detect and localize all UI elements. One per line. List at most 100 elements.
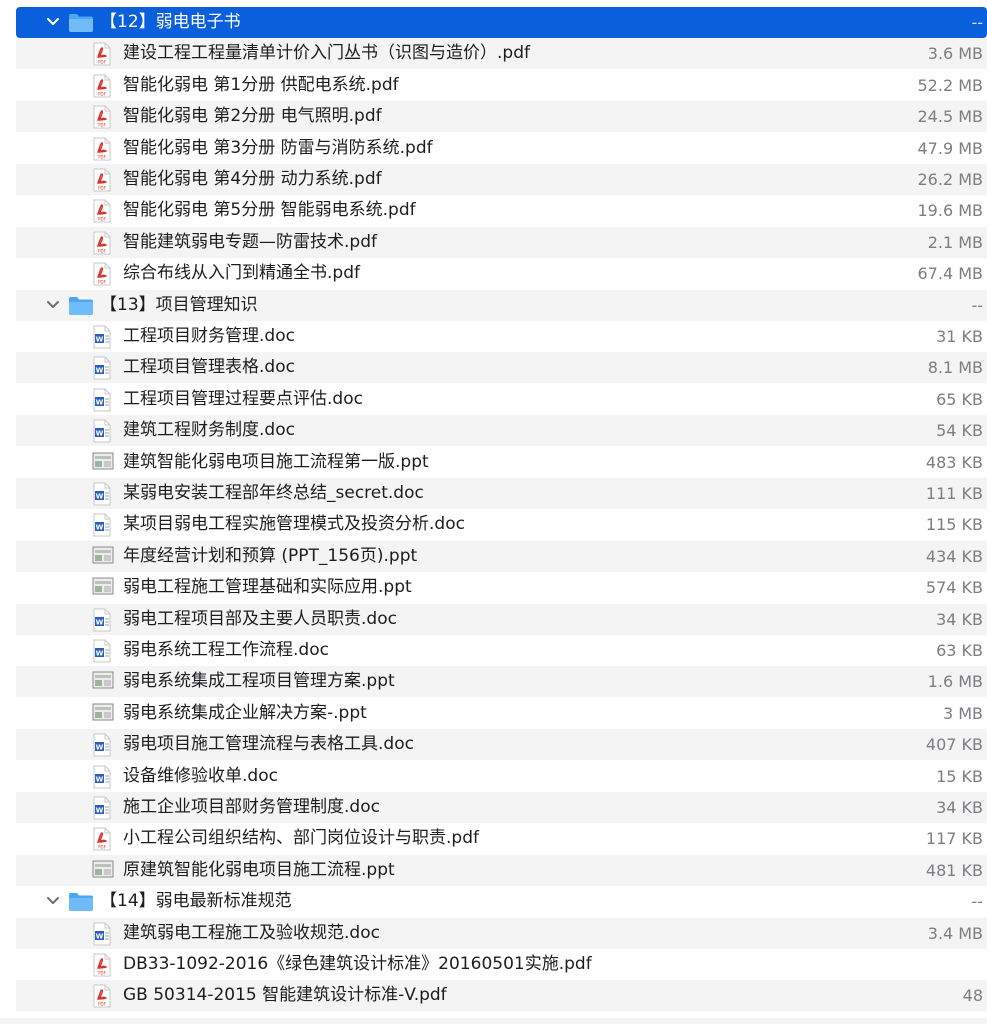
file-row[interactable]: PDF 智能建筑弱电专题—防雷技术.pdf 2.1 MB [16,226,987,258]
file-row[interactable]: 弱电工程施工管理基础和实际应用.ppt 574 KB [16,572,987,603]
file-row[interactable]: W 弱电工程项目部及主要人员职责.doc 34 KB [16,603,987,635]
file-name: 智能化弱电 第4分册 动力系统.pdf [123,169,382,189]
file-row[interactable]: 原建筑智能化弱电项目施工流程.ppt 481 KB [16,854,987,886]
file-row[interactable]: W 设备维修验收单.doc 15 KB [16,761,987,792]
file-name: 建设工程工程量清单计价入门丛书（识图与造价）.pdf [123,43,530,64]
folder-size: -- [971,13,983,32]
file-row[interactable]: 年度经营计划和预算 (PPT_156页).ppt 434 KB [16,540,987,572]
file-row[interactable]: W 弱电项目施工管理流程与表格工具.doc 407 KB [16,729,987,761]
file-name: 建筑工程财务制度.doc [123,420,295,441]
file-size: 481 KB [925,860,983,880]
file-row[interactable]: PDF 建设工程工程量清单计价入门丛书（识图与造价）.pdf 3.6 MB [16,38,987,70]
file-name: 智能化弱电 第2分册 电气照明.pdf [123,106,382,127]
svg-text:W: W [96,398,104,406]
file-size: 3.4 MB [927,923,983,943]
file-row[interactable]: PDF DB33-1092-2016《绿色建筑设计标准》20160501实施.pd… [16,949,987,980]
file-size: 8.1 MB [927,358,983,378]
svg-text:W: W [96,524,104,532]
file-row[interactable]: W 某项目弱电工程实施管理模式及投资分析.doc 115 KB [16,509,987,540]
file-name: 工程项目财务管理.doc [123,326,295,346]
folder-icon [68,296,94,316]
pdf-file-icon: PDF [92,74,114,98]
pdf-file-icon: PDF [92,199,114,223]
folder-name: 【12】弱电电子书 [100,12,241,32]
file-row[interactable]: PDF 小工程公司组织结构、部门岗位设计与职责.pdf 117 KB [16,823,987,854]
doc-file-icon: W [92,608,114,632]
folder-icon [68,13,94,33]
folder-size: -- [971,892,983,912]
file-row[interactable]: 弱电系统集成工程项目管理方案.ppt 1.6 MB [16,666,987,698]
doc-file-icon: W [92,796,114,820]
file-row[interactable]: W 弱电系统工程工作流程.doc 63 KB [16,635,987,666]
file-row[interactable]: 弱电系统集成企业解决方案-.ppt 3 MB [16,698,987,729]
folder-row[interactable]: 【13】项目管理知识 -- [16,289,987,321]
svg-text:PDF: PDF [98,91,106,96]
file-size: 47.9 MB [917,138,984,158]
file-row[interactable]: W 工程项目管理表格.doc 8.1 MB [16,352,987,384]
file-name: 智能建筑弱电专题—防雷技术.pdf [123,231,377,252]
file-row[interactable]: 建筑智能化弱电项目施工流程第一版.ppt 483 KB [16,447,987,478]
file-row[interactable]: PDF 智能化弱电 第5分册 智能弱电系统.pdf 19.6 MB [16,195,987,226]
file-row[interactable]: W 工程项目管理过程要点评估.doc 65 KB [16,384,987,415]
file-row[interactable]: PDF GB 50314-2015 智能建筑设计标准-V.pdf 48 [16,980,987,1012]
file-size: 54 KB [936,421,983,441]
file-name: 建筑智能化弱电项目施工流程第一版.ppt [123,451,429,472]
disclosure-chevron-icon[interactable] [46,894,60,908]
ppt-file-icon [92,576,114,600]
file-size: 115 KB [925,515,983,535]
file-row[interactable]: PDF 智能化弱电 第1分册 供配电系统.pdf 52.2 MB [16,70,987,101]
file-row[interactable]: W 建筑弱电工程施工及验收规范.doc 3.4 MB [16,917,987,949]
svg-text:W: W [96,744,104,752]
svg-text:PDF: PDF [98,217,106,222]
ppt-file-icon [92,545,114,569]
file-size: 15 KB [936,766,983,786]
file-name: 弱电系统工程工作流程.doc [123,640,329,660]
file-row[interactable]: W 某弱电安装工程部年终总结_secret.doc 111 KB [16,478,987,509]
file-name: 小工程公司组织结构、部门岗位设计与职责.pdf [123,828,479,849]
svg-text:PDF: PDF [98,1002,106,1007]
doc-file-icon: W [92,639,114,663]
svg-text:PDF: PDF [98,186,106,191]
file-list: 【12】弱电电子书 -- PDF 建设工程工程量清单计价入门丛书（识图与造价）.pdf… [0,0,987,1024]
pdf-file-icon: PDF [92,231,114,255]
file-name: 综合布线从入门到精通全书.pdf [123,263,360,284]
file-name: 智能化弱电 第1分册 供配电系统.pdf [123,74,399,95]
svg-text:W: W [96,493,104,501]
svg-text:W: W [96,336,104,344]
doc-file-icon: W [92,388,114,412]
file-name: 年度经营计划和预算 (PPT_156页).ppt [123,545,418,566]
file-row[interactable]: W 施工企业项目部财务管理制度.doc 34 KB [16,792,987,823]
file-name: 某项目弱电工程实施管理模式及投资分析.doc [123,514,465,535]
disclosure-chevron-icon[interactable] [46,15,60,29]
doc-file-icon: W [92,419,114,443]
file-name: 智能化弱电 第5分册 智能弱电系统.pdf [123,200,416,221]
pdf-file-icon: PDF [92,953,114,977]
file-size: 19.6 MB [917,201,984,221]
list-bottom-edge [0,1018,987,1024]
file-row[interactable]: W 建筑工程财务制度.doc 54 KB [16,415,987,447]
file-row[interactable]: PDF 智能化弱电 第2分册 电气照明.pdf 24.5 MB [16,101,987,133]
pdf-file-icon: PDF [92,42,114,66]
doc-file-icon: W [92,482,114,506]
svg-text:PDF: PDF [98,248,106,253]
file-size: 407 KB [925,735,983,755]
folder-row[interactable]: 【12】弱电电子书 -- [16,7,987,38]
ppt-file-icon [92,670,114,694]
doc-file-icon: W [92,733,114,757]
file-name: DB33-1092-2016《绿色建筑设计标准》20160501实施.pdf [123,954,592,974]
doc-file-icon: W [92,513,114,537]
svg-text:PDF: PDF [98,60,106,65]
svg-text:PDF: PDF [98,123,106,128]
pdf-file-icon: PDF [92,137,114,161]
file-row[interactable]: PDF 综合布线从入门到精通全书.pdf 67.4 MB [16,258,987,289]
ppt-file-icon [92,702,114,726]
folder-row[interactable]: 【14】弱电最新标准规范 -- [16,886,987,917]
disclosure-chevron-icon[interactable] [46,298,60,312]
doc-file-icon: W [92,765,114,789]
pdf-file-icon: PDF [92,827,114,851]
svg-text:W: W [96,430,104,438]
file-row[interactable]: PDF 智能化弱电 第4分册 动力系统.pdf 26.2 MB [16,164,987,195]
file-size: 3.6 MB [927,44,983,64]
file-row[interactable]: PDF 智能化弱电 第3分册 防雷与消防系统.pdf 47.9 MB [16,133,987,164]
file-row[interactable]: W 工程项目财务管理.doc 31 KB [16,321,987,352]
